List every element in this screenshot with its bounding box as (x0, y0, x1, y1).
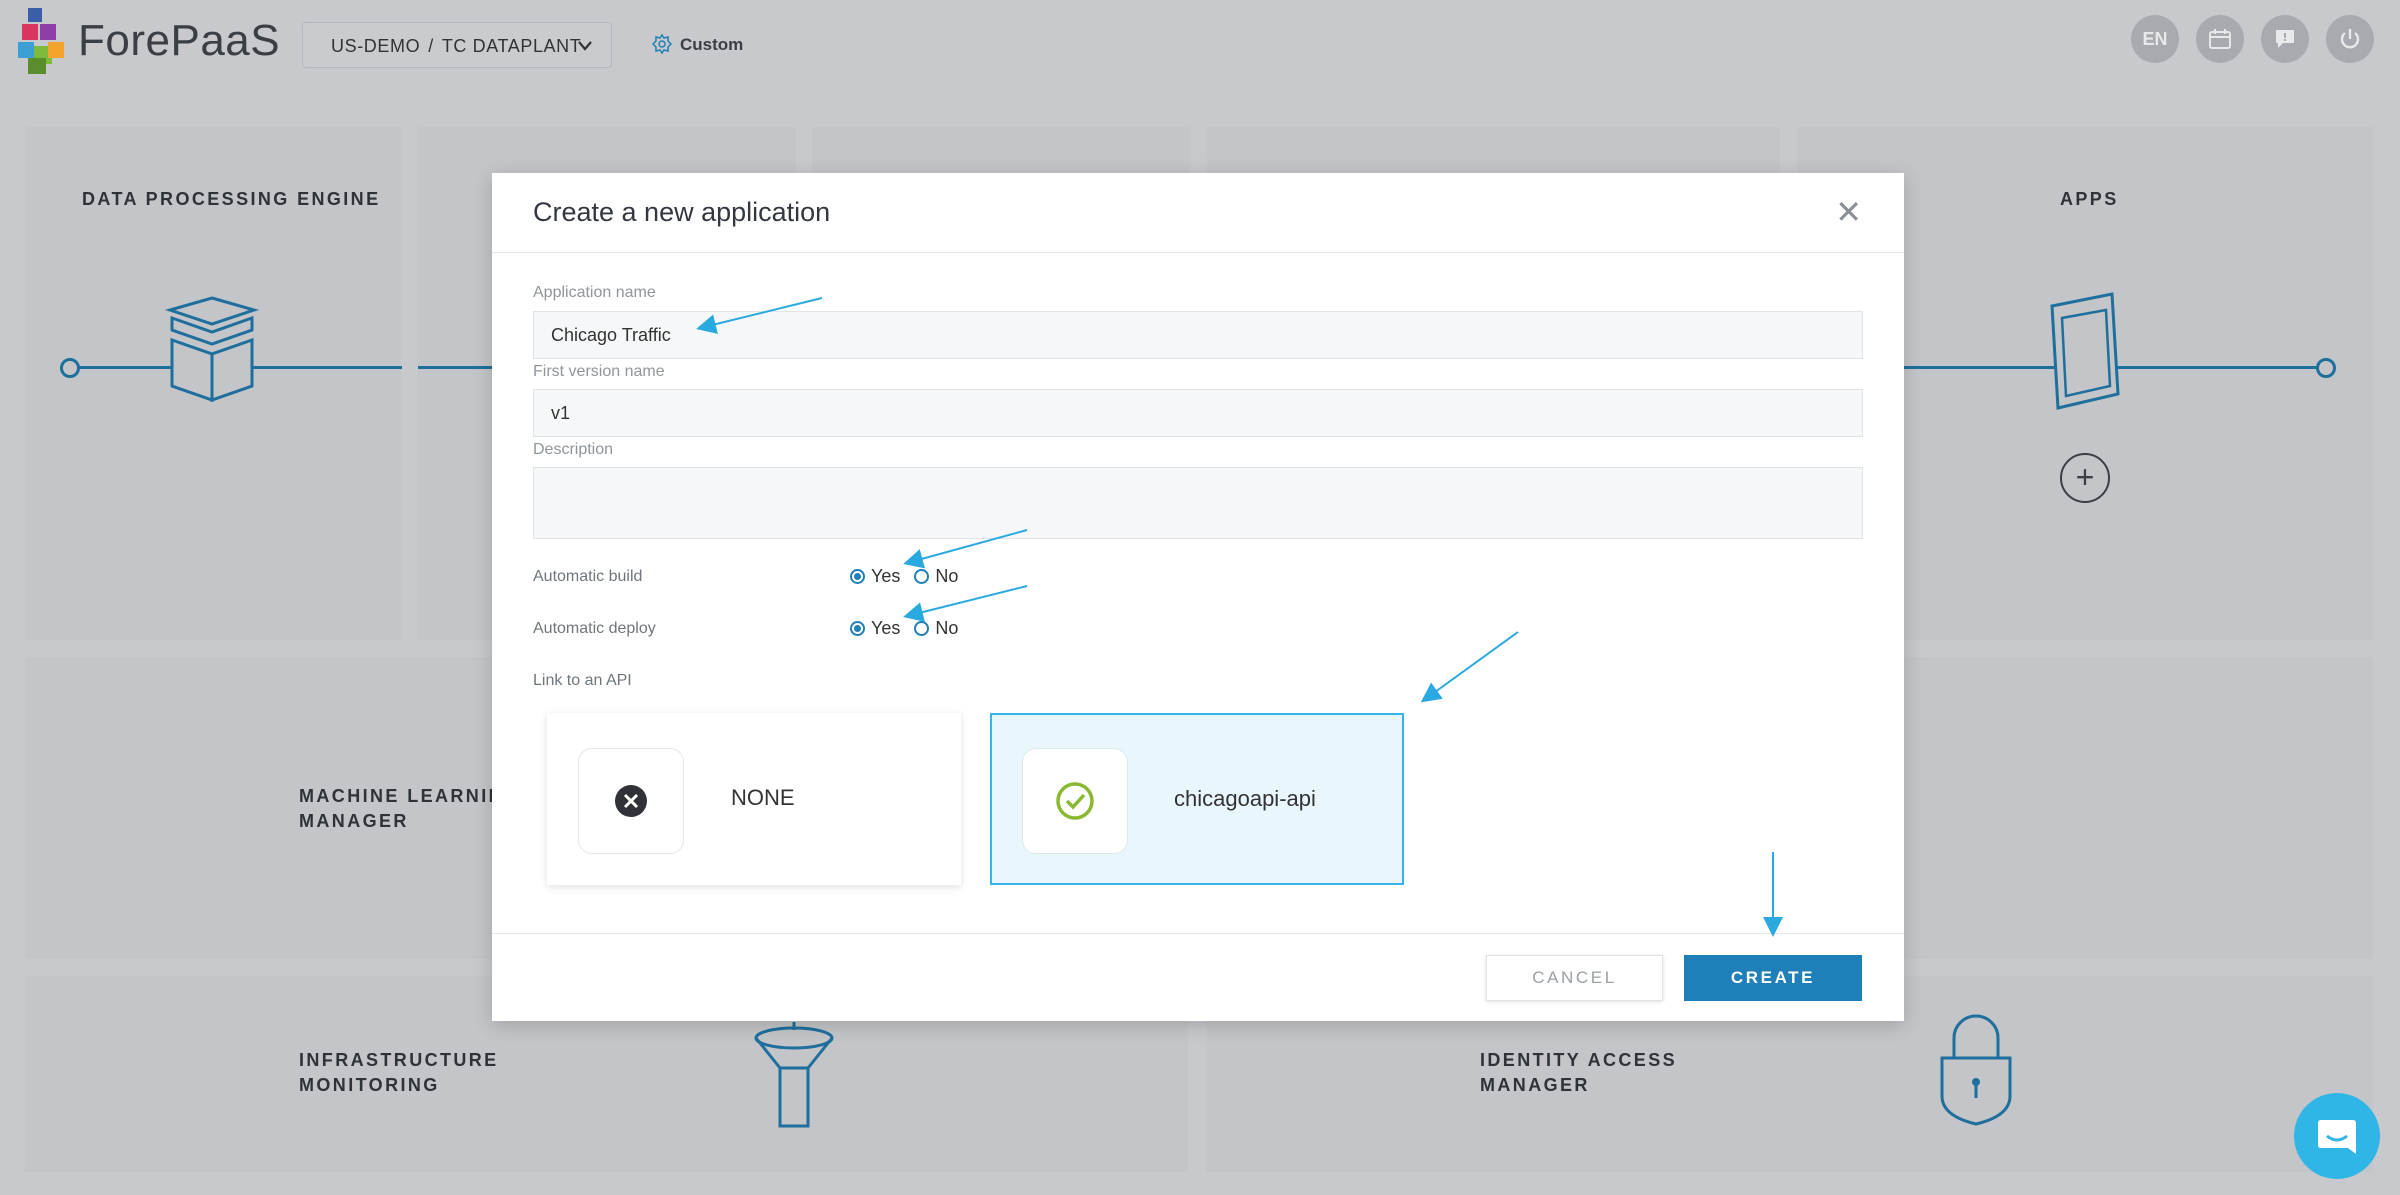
language-label: EN (2142, 28, 2168, 49)
card-title-line: INFRASTRUCTURE (299, 1050, 499, 1070)
padlock-icon (1940, 1014, 2012, 1126)
card-title-line: MANAGER (299, 811, 409, 831)
calendar-icon (2209, 29, 2231, 49)
radio-label: No (935, 618, 959, 638)
automatic-deploy-no-radio[interactable]: No (914, 618, 958, 639)
description-label: Description (533, 441, 614, 458)
api-option-none[interactable]: NONE (547, 713, 961, 885)
card-title-line: MONITORING (299, 1075, 440, 1095)
card-title: DATA PROCESSING ENGINE (82, 189, 381, 209)
radio-selected-icon (850, 621, 865, 636)
chat-icon (2318, 1120, 2356, 1154)
modal-title: Create a new application (533, 197, 831, 227)
api-option-icon-box (578, 748, 684, 854)
api-option-name: chicagoapi-api (1174, 786, 1316, 811)
automatic-deploy-yes-radio[interactable]: Yes (850, 618, 900, 639)
custom-link[interactable]: Custom (652, 34, 743, 55)
cube-icon (164, 296, 260, 403)
radio-label: Yes (871, 618, 901, 638)
card-title-line: MANAGER (1480, 1075, 1590, 1095)
card-title: IDENTITY ACCESS MANAGER (1480, 1048, 1677, 1098)
tablet-icon (2050, 292, 2120, 410)
radio-selected-icon (850, 569, 865, 584)
gear-icon (652, 34, 672, 54)
card-title: APPS (2060, 189, 2119, 209)
project-org: US-DEMO (331, 36, 421, 56)
automatic-build-radio-group: Yes No (850, 566, 972, 587)
calendar-button[interactable] (2196, 15, 2244, 63)
feedback-button[interactable] (2261, 15, 2309, 63)
link-api-label: Link to an API (533, 672, 632, 689)
logout-button[interactable] (2326, 15, 2374, 63)
radio-label: Yes (871, 566, 901, 586)
pipeline-line (418, 366, 498, 369)
api-option-chicagoapi[interactable]: chicagoapi-api (990, 713, 1404, 885)
create-button[interactable]: CREATE (1684, 955, 1862, 1001)
power-icon (2340, 29, 2360, 49)
card-title-line: IDENTITY ACCESS (1480, 1050, 1678, 1070)
create-application-modal: Create a new application ✕ Application n… (492, 173, 1904, 1021)
forepaas-logo-icon (18, 8, 64, 74)
description-textarea[interactable] (533, 467, 1863, 539)
automatic-build-yes-radio[interactable]: Yes (850, 566, 900, 587)
top-bar: ForePaaS US-DEMO / TC DATAPLANT Custom EN (0, 0, 2400, 90)
api-option-name: NONE (731, 785, 795, 810)
message-alert-icon (2276, 30, 2294, 48)
monitoring-tower-icon (754, 1022, 834, 1128)
language-button[interactable]: EN (2131, 15, 2179, 63)
automatic-build-no-radio[interactable]: No (914, 566, 958, 587)
application-name-label: Application name (533, 284, 656, 301)
automatic-deploy-radio-group: Yes No (850, 618, 972, 639)
card-title: MACHINE LEARNING MANAGER (299, 784, 520, 834)
card-title: INFRASTRUCTURE MONITORING (299, 1048, 499, 1098)
project-separator: / (428, 36, 434, 56)
api-option-icon-box (1022, 748, 1128, 854)
check-circle-icon (1056, 782, 1094, 820)
modal-header: Create a new application ✕ (492, 173, 1904, 253)
custom-label: Custom (680, 35, 744, 54)
cancel-button[interactable]: CANCEL (1486, 955, 1663, 1001)
radio-unselected-icon (914, 621, 930, 636)
chat-launcher-button[interactable] (2294, 1093, 2380, 1179)
pipeline-start-node (60, 358, 80, 378)
logo-text: ForePaaS (78, 16, 281, 65)
close-circle-icon (615, 785, 647, 817)
first-version-name-label: First version name (533, 363, 665, 380)
add-app-button[interactable]: + (2060, 453, 2110, 503)
automatic-deploy-label: Automatic deploy (533, 620, 656, 637)
pipeline-end-node (2316, 358, 2336, 378)
automatic-build-label: Automatic build (533, 568, 643, 585)
radio-unselected-icon (914, 569, 930, 584)
project-name: TC DATAPLANT (441, 36, 582, 56)
close-icon[interactable]: ✕ (1835, 193, 1862, 231)
chevron-down-icon (577, 23, 593, 88)
radio-label: No (935, 566, 959, 586)
project-selector[interactable]: US-DEMO / TC DATAPLANT (302, 22, 612, 68)
application-name-input[interactable] (533, 311, 1863, 359)
card-title-line: MACHINE LEARNING (299, 786, 521, 806)
first-version-name-input[interactable] (533, 389, 1863, 437)
